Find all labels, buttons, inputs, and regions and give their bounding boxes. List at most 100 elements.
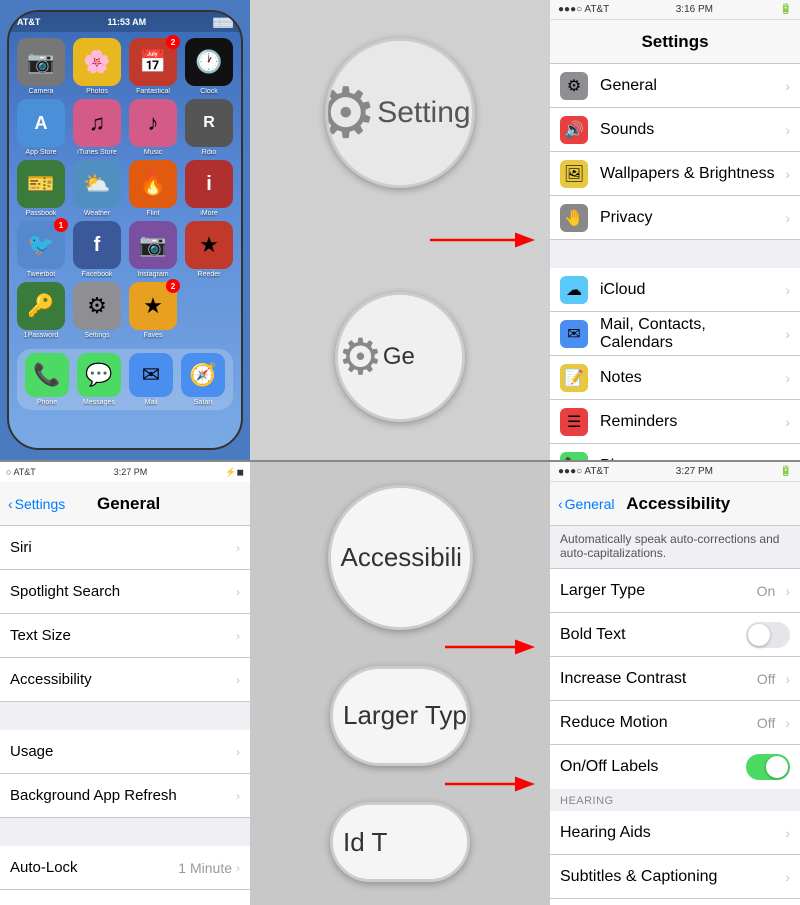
general-item-accessibility[interactable]: Accessibility › <box>0 658 250 702</box>
settings-item-notes[interactable]: 📝 Notes › <box>550 356 800 400</box>
bold-text-toggle[interactable] <box>746 622 790 648</box>
accessibility-list: Larger Type On › Bold Text Increase Cont… <box>550 569 800 789</box>
app-photos-icon[interactable]: 🌸 <box>73 38 121 86</box>
general-item-usage[interactable]: Usage › <box>0 730 250 774</box>
dock-mail-icon[interactable]: ✉ <box>129 353 173 397</box>
general-item-siri[interactable]: Siri › <box>0 526 250 570</box>
list-item[interactable]: ♫ iTunes Store <box>71 99 123 156</box>
dock-phone-icon[interactable]: 📞 <box>25 353 69 397</box>
acc-item-largertype[interactable]: Larger Type On › <box>550 569 800 613</box>
list-item[interactable]: ★ Reeder <box>183 221 235 278</box>
app-weather-label: Weather <box>84 210 110 217</box>
app-faves-icon[interactable]: ★ 2 <box>129 282 177 330</box>
list-item[interactable]: 📷 Camera <box>15 38 67 95</box>
sounds-icon: 🔊 <box>560 116 588 144</box>
settings-item-mail[interactable]: ✉ Mail, Contacts, Calendars › <box>550 312 800 356</box>
dock-messages-icon[interactable]: 💬 <box>77 353 121 397</box>
settings-item-sounds[interactable]: 🔊 Sounds › <box>550 108 800 152</box>
general-item-autolock[interactable]: Auto-Lock 1 Minute › <box>0 846 250 890</box>
acc-item-boldtext[interactable]: Bold Text <box>550 613 800 657</box>
list-item[interactable]: 🧭 Safari <box>181 353 225 406</box>
app-flint-label: Flint <box>146 210 159 217</box>
app-fantastical-icon[interactable]: 📅 2 <box>129 38 177 86</box>
app-reeder-icon[interactable]: ★ <box>185 221 233 269</box>
icloud-icon: ☁ <box>560 276 588 304</box>
chevron-icon: › <box>236 629 240 643</box>
general-item-spotlight[interactable]: Spotlight Search › <box>0 570 250 614</box>
app-imore-icon[interactable]: i <box>185 160 233 208</box>
list-item[interactable]: 🕐 Clock <box>183 38 235 95</box>
chevron-icon: › <box>236 745 240 759</box>
settings-item-phone[interactable]: 📞 Phone › <box>550 444 800 460</box>
usage-label: Usage <box>10 743 236 760</box>
list-item[interactable]: 📞 Phone <box>25 353 69 406</box>
list-item[interactable]: 🔥 Flint <box>127 160 179 217</box>
settings-item-reminders[interactable]: ☰ Reminders › <box>550 400 800 444</box>
app-itunes-icon[interactable]: ♫ <box>73 99 121 147</box>
app-appstore-icon[interactable]: A <box>17 99 65 147</box>
chevron-icon: › <box>785 869 790 885</box>
app-1password-icon[interactable]: 🔑 <box>17 282 65 330</box>
app-passbook-icon[interactable]: 🎫 <box>17 160 65 208</box>
settings-item-privacy[interactable]: 🤚 Privacy › <box>550 196 800 240</box>
onoff-labels-toggle[interactable] <box>746 754 790 780</box>
app-badge: 2 <box>166 35 180 49</box>
app-appstore-label: App Store <box>25 149 56 156</box>
list-item[interactable]: 📅 2 Fantastical <box>127 38 179 95</box>
app-photos-label: Photos <box>86 88 108 95</box>
list-item[interactable]: ♪ Music <box>127 99 179 156</box>
hearing-item-subtitles[interactable]: Subtitles & Captioning › <box>550 855 800 899</box>
list-item[interactable]: ✉ Mail <box>129 353 173 406</box>
settings-item-wallpaper[interactable]: 🖼 Wallpapers & Brightness › <box>550 152 800 196</box>
list-item[interactable]: f Facebook <box>71 221 123 278</box>
hearing-section-header: HEARING <box>550 789 800 811</box>
list-item[interactable]: A App Store <box>15 99 67 156</box>
list-item[interactable]: 🌸 Photos <box>71 38 123 95</box>
app-rdio-icon[interactable]: R <box>185 99 233 147</box>
general-item-touchid[interactable]: Touch ID & Passcode › <box>0 890 250 905</box>
list-item[interactable]: ⛅ Weather <box>71 160 123 217</box>
iphone-status-bar: AT&T 11:53 AM ▓▓▓ <box>9 12 241 32</box>
app-facebook-icon[interactable]: f <box>73 221 121 269</box>
chevron-icon: › <box>785 715 790 731</box>
general-item-bgrefresh[interactable]: Background App Refresh › <box>0 774 250 818</box>
spotlight-label: Spotlight Search <box>10 583 236 600</box>
list-item[interactable]: 💬 Messages <box>77 353 121 406</box>
general-item-textsize[interactable]: Text Size › <box>0 614 250 658</box>
dock-safari-icon[interactable]: 🧭 <box>181 353 225 397</box>
chevron-icon: › <box>785 282 790 298</box>
acc-item-onofflabels[interactable]: On/Off Labels <box>550 745 800 789</box>
list-item[interactable]: ⚙ Settings <box>71 282 123 339</box>
motion-value: Off <box>757 715 775 731</box>
accessibility-label: Accessibility <box>10 671 236 688</box>
app-music-icon[interactable]: ♪ <box>129 99 177 147</box>
app-fantastical-label: Fantastical <box>136 88 170 95</box>
chevron-icon: › <box>785 583 790 599</box>
list-item[interactable]: 🐦 1 Tweetbot <box>15 221 67 278</box>
settings-item-general[interactable]: ⚙ General › <box>550 64 800 108</box>
app-instagram-icon[interactable]: 📷 <box>129 221 177 269</box>
list-item[interactable]: 🔑 1Password <box>15 282 67 339</box>
hearing-item-led[interactable]: LED Flash for Alerts <box>550 899 800 905</box>
subtitles-label: Subtitles & Captioning <box>560 868 781 886</box>
app-tweetbot-icon[interactable]: 🐦 1 <box>17 221 65 269</box>
app-settings-icon[interactable]: ⚙ <box>73 282 121 330</box>
list-item[interactable]: i iMore <box>183 160 235 217</box>
list-separator <box>0 818 250 846</box>
app-flint-icon[interactable]: 🔥 <box>129 160 177 208</box>
status-bar: ●●●○ AT&T 3:27 PM 🔋 <box>550 462 800 482</box>
acc-item-motion[interactable]: Reduce Motion Off › <box>550 701 800 745</box>
settings-text: Settings <box>377 96 475 130</box>
app-camera-icon[interactable]: 📷 <box>17 38 65 86</box>
list-item[interactable]: 📷 Instagram <box>127 221 179 278</box>
time: 3:16 PM <box>676 4 713 15</box>
acc-item-contrast[interactable]: Increase Contrast Off › <box>550 657 800 701</box>
hearing-item-aids[interactable]: Hearing Aids › <box>550 811 800 855</box>
list-item[interactable]: R Rdio <box>183 99 235 156</box>
list-item[interactable]: 🎫 Passbook <box>15 160 67 217</box>
app-weather-icon[interactable]: ⛅ <box>73 160 121 208</box>
settings-item-icloud[interactable]: ☁ iCloud › <box>550 268 800 312</box>
app-clock-icon[interactable]: 🕐 <box>185 38 233 86</box>
bottom-center-zoom: Accessibili Larger Typ <box>250 462 550 905</box>
list-item[interactable]: ★ 2 Faves <box>127 282 179 339</box>
